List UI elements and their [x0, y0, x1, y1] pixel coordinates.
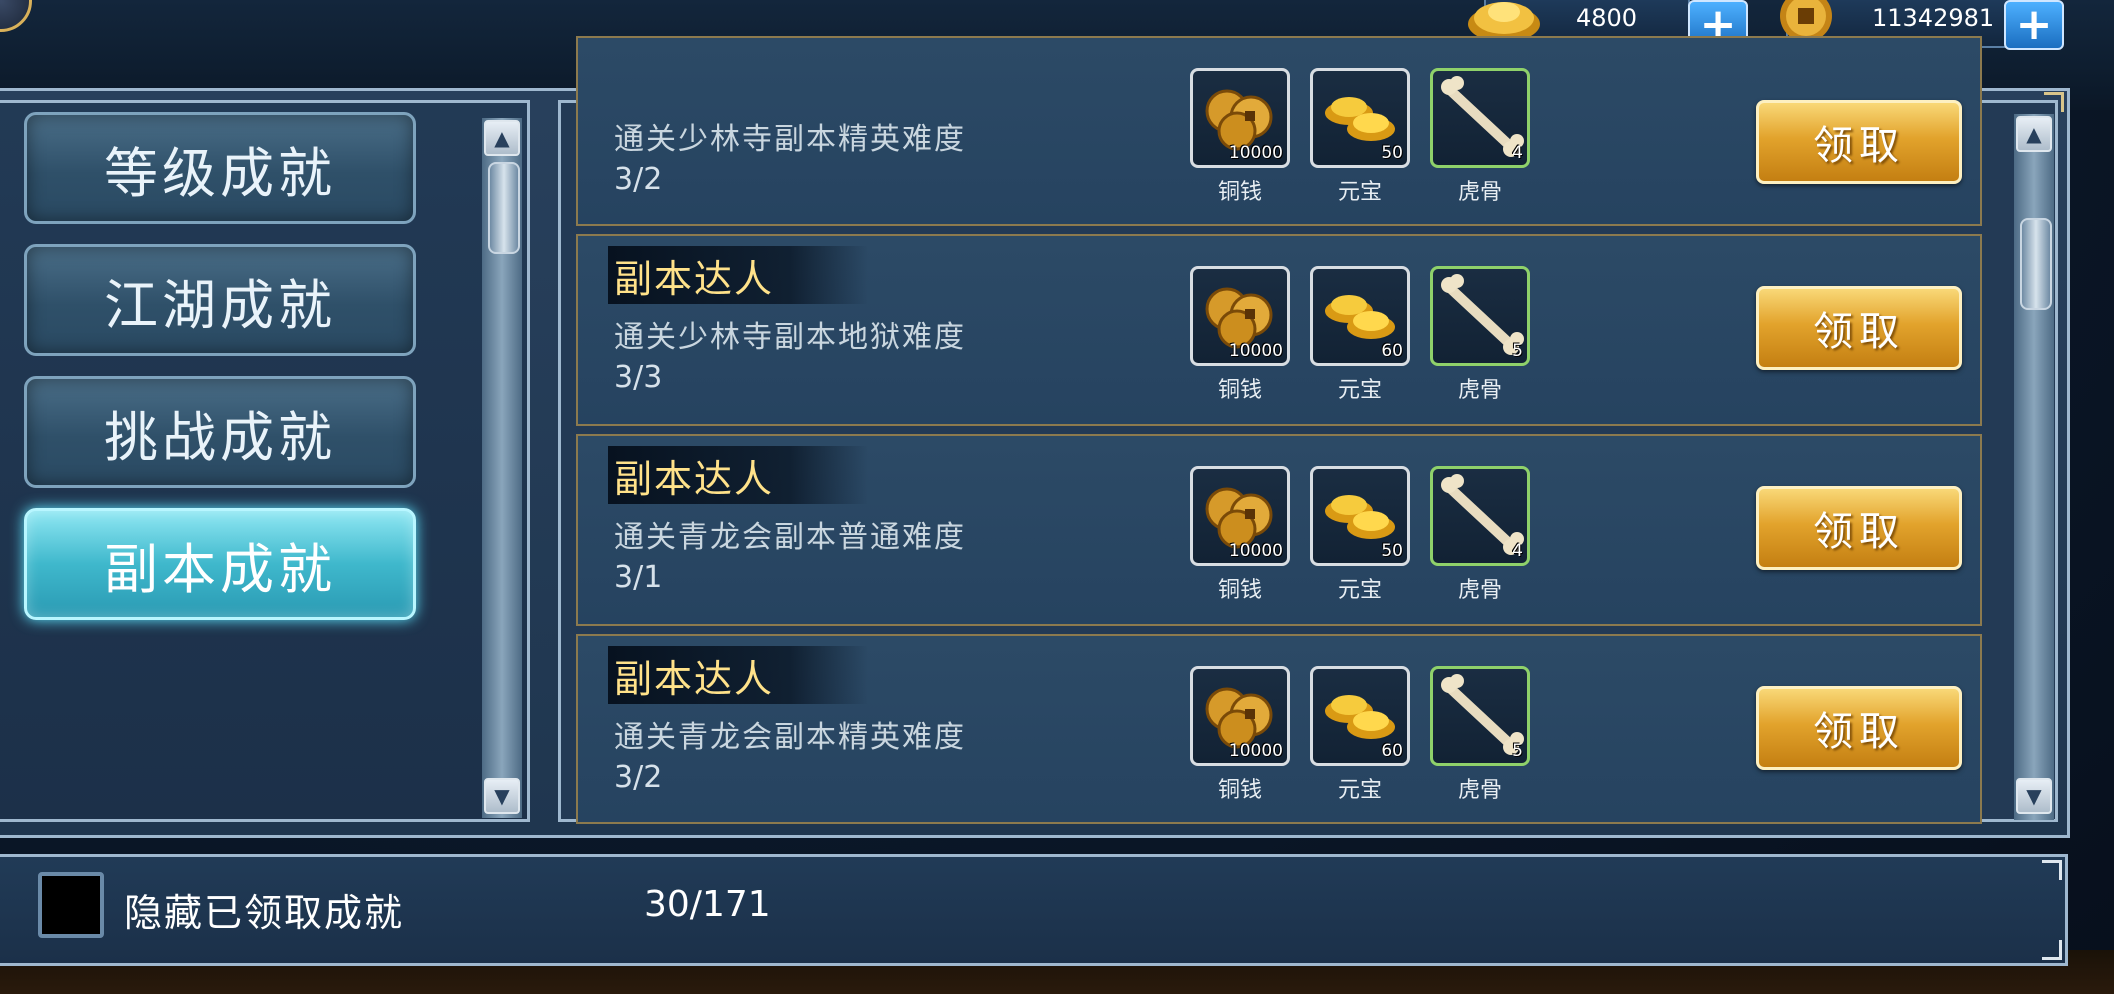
- achievement-row: 副本达人 通关青龙会副本精英难度 3/2 10000 铜钱 60 元宝 5 虎骨…: [576, 634, 1982, 824]
- achievement-count: 30/171: [644, 884, 771, 925]
- reward-gold-ingots[interactable]: 60: [1310, 666, 1410, 766]
- reward-copper-coins[interactable]: 10000: [1190, 466, 1290, 566]
- category-scroll-down-button[interactable]: ▼: [484, 778, 520, 814]
- achievement-description: 通关青龙会副本精英难度: [614, 720, 966, 755]
- achievement-row: 副本达人 通关青龙会副本普通难度 3/1 10000 铜钱 50 元宝 4 虎骨…: [576, 434, 1982, 626]
- reward-tiger-bone[interactable]: 4: [1430, 466, 1530, 566]
- reward-gold-ingots[interactable]: 50: [1310, 466, 1410, 566]
- reward-quantity: 4: [1512, 143, 1523, 163]
- frame-corner-ornament: [2042, 860, 2062, 880]
- achievement-description: 通关少林寺副本地狱难度: [614, 320, 966, 355]
- claim-button[interactable]: 领取: [1756, 286, 1962, 370]
- achievement-description: 通关少林寺副本精英难度: [614, 122, 966, 157]
- reward-name: 虎骨: [1457, 778, 1502, 803]
- reward-name: 虎骨: [1457, 578, 1502, 603]
- reward-copper-coins[interactable]: 10000: [1190, 68, 1290, 168]
- category-scroll-thumb[interactable]: [488, 162, 520, 254]
- category-level-button[interactable]: 等级成就: [24, 112, 416, 224]
- category-dungeon-button[interactable]: 副本成就: [24, 508, 416, 620]
- reward-tiger-bone[interactable]: 5: [1430, 666, 1530, 766]
- reward-quantity: 10000: [1228, 143, 1283, 163]
- reward-tiger-bone[interactable]: 5: [1430, 266, 1530, 366]
- reward-quantity: 5: [1512, 341, 1523, 361]
- achievement-scroll-up-button[interactable]: ▲: [2016, 116, 2052, 152]
- claim-button[interactable]: 领取: [1756, 686, 1962, 770]
- reward-quantity: 10000: [1228, 741, 1283, 761]
- reward-quantity: 60: [1381, 341, 1403, 361]
- frame-corner-ornament: [2042, 940, 2062, 960]
- frame-corner-ornament: [2044, 92, 2064, 112]
- reward-name: 元宝: [1337, 778, 1382, 803]
- achievement-progress: 3/2: [614, 760, 663, 795]
- reward-name: 铜钱: [1217, 778, 1262, 803]
- achievement-description: 通关青龙会副本普通难度: [614, 520, 966, 555]
- achievement-progress: 3/2: [614, 162, 663, 197]
- reward-name: 铜钱: [1217, 578, 1262, 603]
- reward-quantity: 5: [1512, 741, 1523, 761]
- achievement-scroll-down-button[interactable]: ▼: [2016, 778, 2052, 814]
- ingot-amount: 4800: [1576, 4, 1638, 32]
- achievement-title: 副本达人: [614, 657, 775, 701]
- reward-name: 虎骨: [1457, 378, 1502, 403]
- coin-amount: 11342981: [1872, 4, 1995, 32]
- reward-quantity: 50: [1381, 143, 1403, 163]
- hide-claimed-checkbox[interactable]: [38, 872, 104, 938]
- add-coins-button[interactable]: +: [2004, 0, 2064, 50]
- reward-quantity: 60: [1381, 741, 1403, 761]
- achievement-row: 副本达人 通关少林寺副本地狱难度 3/3 10000 铜钱 60 元宝 5 虎骨…: [576, 234, 1982, 426]
- reward-quantity: 10000: [1228, 541, 1283, 561]
- category-jianghu-button[interactable]: 江湖成就: [24, 244, 416, 356]
- reward-name: 元宝: [1337, 378, 1382, 403]
- achievement-row: 通关少林寺副本精英难度 3/2 10000 铜钱 50 元宝 4 虎骨 领取: [576, 36, 1982, 226]
- reward-name: 铜钱: [1217, 378, 1262, 403]
- achievement-title: 副本达人: [614, 257, 775, 301]
- reward-quantity: 4: [1512, 541, 1523, 561]
- claim-button[interactable]: 领取: [1756, 486, 1962, 570]
- reward-quantity: 10000: [1228, 341, 1283, 361]
- reward-name: 铜钱: [1217, 180, 1262, 205]
- reward-gold-ingots[interactable]: 60: [1310, 266, 1410, 366]
- reward-copper-coins[interactable]: 10000: [1190, 666, 1290, 766]
- reward-copper-coins[interactable]: 10000: [1190, 266, 1290, 366]
- reward-tiger-bone[interactable]: 4: [1430, 68, 1530, 168]
- reward-name: 元宝: [1337, 578, 1382, 603]
- achievement-scroll-thumb[interactable]: [2020, 218, 2052, 310]
- achievement-title: 副本达人: [614, 457, 775, 501]
- reward-name: 虎骨: [1457, 180, 1502, 205]
- reward-name: 元宝: [1337, 180, 1382, 205]
- achievement-progress: 3/1: [614, 560, 663, 595]
- reward-gold-ingots[interactable]: 50: [1310, 68, 1410, 168]
- achievement-progress: 3/3: [614, 360, 663, 395]
- category-challenge-button[interactable]: 挑战成就: [24, 376, 416, 488]
- category-scroll-up-button[interactable]: ▲: [484, 120, 520, 156]
- reward-quantity: 50: [1381, 541, 1403, 561]
- hide-claimed-label[interactable]: 隐藏已领取成就: [124, 882, 404, 937]
- claim-button[interactable]: 领取: [1756, 100, 1962, 184]
